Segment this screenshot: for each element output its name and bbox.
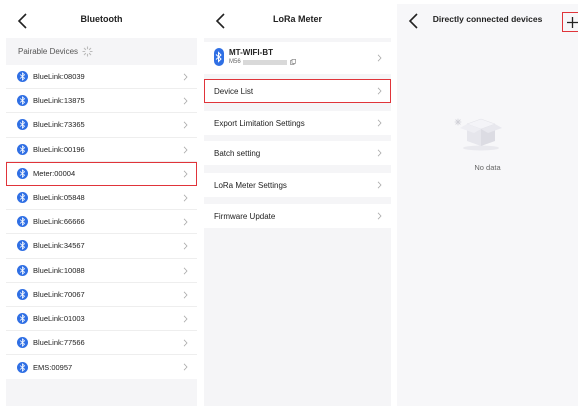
device-label: BlueLink:66666 — [33, 217, 85, 227]
device-list-item[interactable]: BlueLink:70067 — [6, 283, 197, 307]
device-label: BlueLink:01003 — [33, 313, 85, 323]
chevron-right-icon — [377, 181, 382, 189]
device-list-item[interactable]: BlueLink:34567 — [6, 234, 197, 259]
add-device-button[interactable] — [562, 12, 578, 32]
menu-item[interactable]: LoRa Meter Settings — [204, 173, 391, 197]
device-list-item[interactable]: BlueLink:08039 — [6, 65, 197, 90]
page-title: Directly connected devices — [432, 14, 543, 24]
device-label: EMS:00957 — [33, 362, 73, 372]
chevron-right-icon — [183, 146, 188, 154]
pairable-devices-label: Pairable Devices — [18, 46, 93, 57]
section-label: Pairable Devices — [18, 47, 79, 56]
bluetooth-icon — [17, 167, 28, 179]
chevron-right-icon — [183, 170, 188, 178]
bluetooth-icon — [17, 143, 28, 155]
chevron-right-icon — [183, 339, 188, 347]
device-list-item[interactable]: BlueLink:01003 — [6, 307, 197, 332]
device-list-item[interactable]: BlueLink:10088 — [6, 259, 197, 283]
menu-item[interactable]: Batch setting — [204, 141, 391, 165]
serial-prefix: M56 — [229, 59, 241, 65]
plus-icon — [567, 17, 578, 28]
device-list-item[interactable]: BlueLink:13875 — [6, 89, 197, 114]
empty-box-icon — [454, 118, 502, 151]
chevron-right-icon — [183, 291, 188, 299]
device-label: BlueLink:77566 — [33, 338, 85, 348]
device-label: BlueLink:73365 — [33, 120, 85, 130]
chevron-right-icon — [183, 218, 188, 226]
header: Bluetooth — [6, 4, 197, 38]
device-label: BlueLink:10088 — [33, 265, 85, 275]
bluetooth-icon — [214, 48, 224, 66]
page-title: LoRa Meter — [272, 14, 322, 24]
bluetooth-screen: Bluetooth Pairable Devices BlueLink:0803… — [6, 4, 197, 406]
chevron-right-icon — [183, 97, 188, 105]
connected-device-card[interactable]: MT-WIFI-BT M56 — [204, 42, 391, 74]
chevron-right-icon — [377, 212, 382, 220]
device-name: MT-WIFI-BT — [229, 48, 273, 57]
device-list-item[interactable]: EMS:00957 — [6, 355, 197, 379]
bluetooth-icon — [17, 240, 28, 252]
chevron-right-icon — [183, 194, 188, 202]
device-list-item[interactable]: BlueLink:73365 — [6, 113, 197, 138]
device-list-item[interactable]: BlueLink:66666 — [6, 210, 197, 235]
menu-item-label: Device List — [214, 86, 254, 96]
chevron-right-icon — [377, 149, 382, 157]
device-label: Meter:00004 — [33, 168, 76, 178]
device-label: BlueLink:00196 — [33, 144, 85, 154]
chevron-right-icon — [377, 119, 382, 127]
device-label: BlueLink:05848 — [33, 193, 85, 203]
spinner-icon — [82, 46, 93, 57]
empty-state-text: No data — [474, 163, 501, 172]
header: Directly connected devices — [397, 4, 578, 38]
menu-item-label: Export Limitation Settings — [214, 118, 305, 128]
chevron-right-icon — [183, 267, 188, 274]
device-list-item[interactable]: BlueLink:00196 — [6, 138, 197, 162]
page-title: Bluetooth — [80, 14, 123, 24]
chevron-right-icon — [183, 242, 188, 250]
menu-item[interactable]: Firmware Update — [204, 204, 391, 228]
bluetooth-icon — [17, 288, 28, 300]
device-label: BlueLink:08039 — [33, 72, 85, 82]
menu-item[interactable]: Export Limitation Settings — [204, 111, 391, 135]
device-list-item[interactable]: Meter:00004 — [6, 161, 197, 186]
device-label: BlueLink:34567 — [33, 241, 85, 251]
bluetooth-icon — [17, 337, 28, 349]
bluetooth-icon — [17, 216, 28, 228]
device-list-item[interactable]: BlueLink:77566 — [6, 331, 197, 356]
bluetooth-icon — [17, 361, 28, 373]
header: LoRa Meter — [204, 4, 391, 38]
device-serial: M56 — [229, 59, 296, 65]
directly-connected-screen: Directly connected devices No data — [397, 4, 578, 406]
bluetooth-icon — [17, 119, 28, 131]
chevron-right-icon — [183, 363, 188, 371]
menu-item-label: Batch setting — [214, 148, 261, 158]
chevron-right-icon — [377, 54, 382, 62]
bluetooth-icon — [17, 264, 28, 276]
bluetooth-icon — [17, 312, 28, 324]
chevron-right-icon — [183, 121, 188, 129]
menu-item[interactable]: Device List — [204, 79, 391, 103]
device-list: BlueLink:08039 BlueLink:13875 BlueLink:733… — [6, 65, 197, 380]
device-label: BlueLink:13875 — [33, 96, 85, 106]
serial-redacted — [242, 59, 287, 65]
chevron-right-icon — [183, 73, 188, 81]
bluetooth-icon — [17, 71, 28, 83]
copy-icon[interactable] — [289, 59, 296, 65]
device-label: BlueLink:70067 — [33, 289, 85, 299]
bluetooth-icon — [17, 192, 28, 204]
menu-item-label: LoRa Meter Settings — [214, 180, 287, 190]
device-list-item[interactable]: BlueLink:05848 — [6, 186, 197, 211]
bluetooth-icon — [17, 95, 28, 107]
chevron-right-icon — [183, 315, 188, 323]
lora-meter-screen: LoRa Meter MT-WIFI-BT M56 Device List Exp… — [204, 4, 391, 406]
chevron-right-icon — [377, 87, 382, 95]
menu-item-label: Firmware Update — [214, 211, 276, 221]
